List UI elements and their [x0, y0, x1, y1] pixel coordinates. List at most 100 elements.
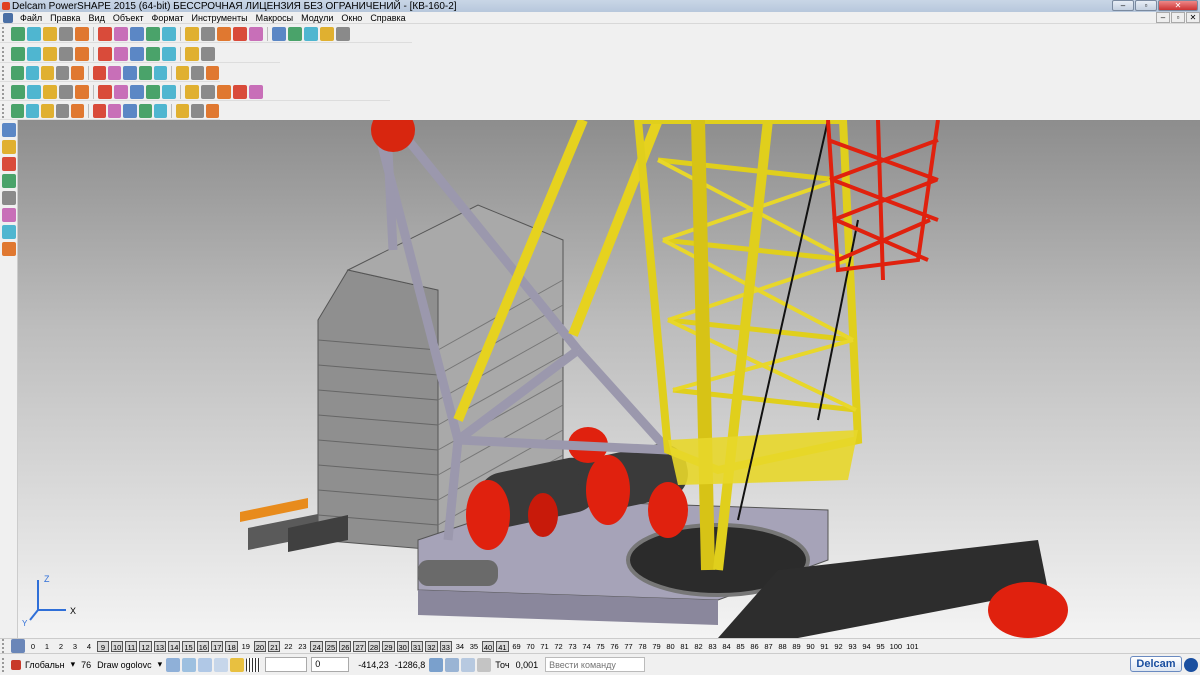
layer-icon[interactable] — [10, 65, 24, 80]
level-button[interactable]: 11 — [125, 640, 138, 652]
level-name-select[interactable]: Draw ogolovc — [94, 660, 155, 670]
sphere-solid-icon[interactable] — [123, 103, 137, 118]
shell-icon[interactable] — [130, 84, 144, 99]
level-button[interactable]: 21 — [268, 640, 281, 652]
cone-icon[interactable] — [93, 103, 107, 118]
level-button[interactable]: 3 — [69, 641, 81, 652]
block-icon[interactable] — [40, 65, 55, 80]
toolbar-handle[interactable] — [2, 46, 8, 61]
level-button[interactable]: 89 — [791, 641, 803, 652]
star-icon[interactable] — [205, 65, 220, 80]
mdi-restore-button[interactable]: ▫ — [1171, 12, 1185, 23]
level-button[interactable]: 19 — [240, 641, 252, 652]
level-button[interactable]: 2 — [55, 641, 67, 652]
dropdown-icon[interactable]: ▾ — [68, 659, 79, 670]
new-icon[interactable] — [11, 26, 25, 41]
axis-x-icon[interactable] — [2, 157, 16, 171]
model-icon[interactable] — [320, 26, 334, 41]
snap-icon[interactable] — [2, 242, 16, 256]
toolbar-handle[interactable] — [2, 65, 8, 80]
level-button[interactable]: 73 — [567, 641, 579, 652]
open-icon[interactable] — [27, 26, 41, 41]
surface-icon[interactable] — [71, 65, 85, 80]
toolbar-handle[interactable] — [2, 26, 8, 41]
view-icon[interactable] — [201, 26, 215, 41]
delete-icon[interactable] — [130, 26, 144, 41]
status-bar-handle[interactable] — [2, 657, 8, 672]
box-view-icon[interactable] — [43, 46, 57, 61]
cut-icon[interactable] — [146, 84, 160, 99]
level-button[interactable]: 20 — [253, 640, 267, 652]
doc-icon[interactable] — [25, 65, 39, 80]
mirror-icon[interactable] — [217, 84, 231, 99]
color-icon[interactable] — [230, 657, 245, 672]
circle-icon[interactable] — [233, 26, 247, 41]
symbol-icon[interactable] — [205, 103, 220, 118]
chamfer-icon[interactable] — [114, 84, 128, 99]
level-button[interactable]: 82 — [693, 641, 705, 652]
flag-icon[interactable] — [123, 65, 137, 80]
sphere-small-icon[interactable] — [2, 191, 16, 205]
level-button[interactable]: 88 — [777, 641, 789, 652]
box-icon[interactable] — [304, 26, 318, 41]
redo-icon[interactable] — [162, 26, 176, 41]
cut-icon[interactable] — [75, 26, 89, 41]
colour-icon[interactable] — [56, 65, 70, 80]
snap-icon[interactable] — [166, 657, 181, 672]
level-button[interactable]: 41 — [496, 640, 509, 652]
level-button[interactable]: 0 — [27, 641, 39, 652]
level-button[interactable]: 9 — [97, 640, 109, 652]
level-button[interactable]: 92 — [833, 641, 845, 652]
pointer-icon[interactable] — [2, 123, 16, 137]
hierarchy-icon[interactable] — [190, 65, 204, 80]
select-icon[interactable] — [185, 26, 199, 41]
level-manager-icon[interactable] — [11, 639, 25, 653]
level-button[interactable]: 78 — [637, 641, 649, 652]
hand-icon[interactable] — [201, 46, 215, 61]
menu-file[interactable]: Файл — [16, 13, 46, 23]
level-button[interactable]: 27 — [353, 640, 366, 652]
level-button[interactable]: 17 — [211, 640, 224, 652]
level-button[interactable]: 81 — [679, 641, 691, 652]
wireframe-icon[interactable] — [11, 46, 25, 61]
level-button[interactable]: 79 — [651, 641, 663, 652]
level-button[interactable]: 40 — [481, 640, 495, 652]
move-icon[interactable] — [2, 225, 16, 239]
mdi-minimize-button[interactable]: – — [1156, 12, 1170, 23]
dimension-icon[interactable] — [175, 103, 189, 118]
level-button[interactable]: 35 — [468, 641, 480, 652]
isometric-icon[interactable] — [59, 46, 73, 61]
level-button[interactable]: 77 — [623, 641, 635, 652]
globe-icon[interactable] — [146, 46, 160, 61]
split-icon[interactable] — [185, 84, 199, 99]
fillet-icon[interactable] — [98, 84, 112, 99]
level-button[interactable]: 94 — [861, 641, 873, 652]
save-icon[interactable] — [43, 26, 57, 41]
level-button[interactable]: 101 — [905, 641, 920, 652]
mdi-close-button[interactable]: ✕ — [1186, 12, 1200, 23]
zoom-out-icon[interactable] — [98, 46, 112, 61]
level-button[interactable]: 25 — [324, 640, 338, 652]
menu-macros[interactable]: Макросы — [252, 13, 298, 23]
render-icon[interactable] — [108, 65, 122, 80]
level-button[interactable]: 75 — [595, 641, 607, 652]
level-button[interactable]: 90 — [805, 641, 817, 652]
level-button[interactable]: 18 — [225, 640, 238, 652]
level-button[interactable]: 23 — [296, 641, 308, 652]
level-button[interactable]: 12 — [139, 640, 152, 652]
level-bar-handle[interactable] — [2, 639, 8, 653]
level-button[interactable]: 95 — [875, 641, 887, 652]
level-button[interactable]: 85 — [735, 641, 747, 652]
level-button[interactable]: 15 — [182, 640, 195, 652]
level-button[interactable]: 31 — [410, 640, 424, 652]
material-icon[interactable] — [93, 65, 107, 80]
draft-icon[interactable] — [162, 84, 176, 99]
undo-icon[interactable] — [146, 26, 160, 41]
toolbar-handle[interactable] — [2, 84, 8, 99]
level-button[interactable]: 24 — [310, 640, 323, 652]
print-icon[interactable] — [59, 26, 73, 41]
workplane-select[interactable]: Глобальн — [22, 660, 68, 670]
level-button[interactable]: 86 — [749, 641, 761, 652]
level-button[interactable]: 29 — [382, 640, 395, 652]
check-icon[interactable] — [249, 84, 263, 99]
